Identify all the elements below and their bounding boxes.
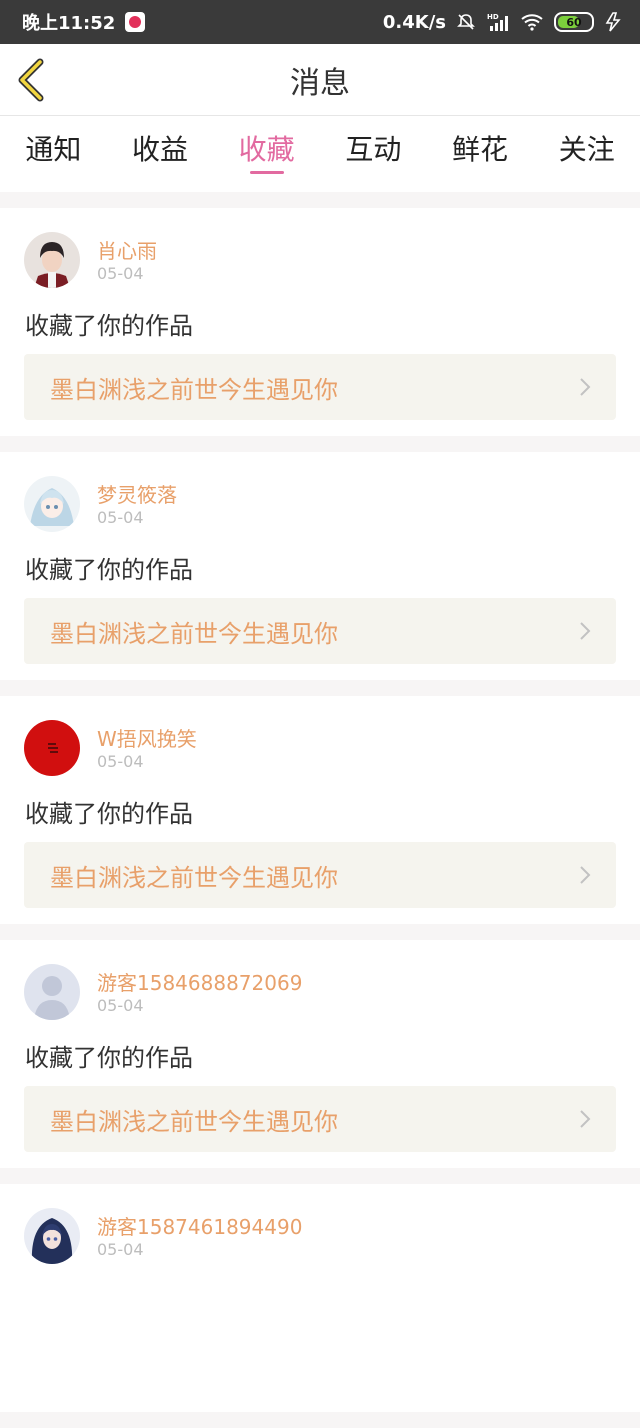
- message-text: 收藏了你的作品: [25, 312, 193, 340]
- message-date: 05-04: [97, 1240, 144, 1259]
- tab-follows[interactable]: 关注: [533, 116, 640, 168]
- message-text: 收藏了你的作品: [25, 1044, 193, 1072]
- back-button[interactable]: [14, 58, 54, 102]
- message-date: 05-04: [97, 264, 144, 283]
- work-link[interactable]: 墨白渊浅之前世今生遇见你: [24, 842, 616, 908]
- work-title: 墨白渊浅之前世今生遇见你: [50, 863, 338, 892]
- user-name[interactable]: 梦灵筱落: [97, 479, 177, 508]
- tab-notifications[interactable]: 通知: [0, 116, 107, 168]
- tab-flowers[interactable]: 鲜花: [427, 116, 534, 168]
- list-item: 游客1584688872069 05-04 收藏了你的作品 墨白渊浅之前世今生遇…: [0, 940, 640, 1168]
- app-notification-icon: [125, 12, 146, 32]
- chevron-right-icon: [580, 866, 591, 884]
- user-name[interactable]: 游客1587461894490: [97, 1211, 302, 1240]
- tab-favorites[interactable]: 收藏: [213, 116, 320, 168]
- avatar[interactable]: [24, 1208, 80, 1264]
- user-photo-icon: [24, 1208, 80, 1264]
- user-photo-icon: [24, 476, 80, 532]
- user-name[interactable]: W捂风挽笑: [97, 723, 197, 752]
- charging-icon: [605, 12, 621, 32]
- list-item: 肖心雨 05-04 收藏了你的作品 墨白渊浅之前世今生遇见你: [0, 208, 640, 436]
- work-link[interactable]: 墨白渊浅之前世今生遇见你: [24, 354, 616, 420]
- back-arrow-icon: [18, 58, 44, 102]
- user-name[interactable]: 游客1584688872069: [97, 967, 302, 996]
- page-title: 消息: [290, 65, 350, 101]
- default-user-icon: [24, 964, 80, 1020]
- message-date: 05-04: [97, 752, 144, 771]
- message-date: 05-04: [97, 508, 144, 527]
- red-logo-icon: [24, 720, 80, 776]
- avatar[interactable]: [24, 476, 80, 532]
- work-title: 墨白渊浅之前世今生遇见你: [50, 619, 338, 648]
- status-right: 0.4K/s HD 60: [383, 12, 622, 33]
- battery-icon: 60: [554, 12, 594, 32]
- chevron-right-icon: [580, 622, 591, 640]
- work-title: 墨白渊浅之前世今生遇见你: [50, 375, 338, 404]
- work-title: 墨白渊浅之前世今生遇见你: [50, 1107, 338, 1136]
- network-speed: 0.4K/s: [382, 11, 446, 33]
- wifi-icon: [521, 14, 543, 31]
- nav-bar: 消息: [0, 44, 640, 116]
- message-text: 收藏了你的作品: [25, 556, 193, 584]
- avatar[interactable]: [24, 232, 80, 288]
- mute-bell-icon: [457, 14, 475, 30]
- chevron-right-icon: [580, 378, 591, 396]
- list-item: 梦灵筱落 05-04 收藏了你的作品 墨白渊浅之前世今生遇见你: [0, 452, 640, 680]
- tab-earnings[interactable]: 收益: [107, 116, 214, 168]
- status-bar: 晚上11:52 0.4K/s HD 60: [0, 0, 640, 44]
- work-link[interactable]: 墨白渊浅之前世今生遇见你: [24, 1086, 616, 1152]
- avatar[interactable]: [24, 964, 80, 1020]
- tab-bar: 通知 收益 收藏 互动 鲜花 关注: [0, 116, 640, 192]
- chevron-right-icon: [580, 1110, 591, 1128]
- list-item: W捂风挽笑 05-04 收藏了你的作品 墨白渊浅之前世今生遇见你: [0, 696, 640, 924]
- work-link[interactable]: 墨白渊浅之前世今生遇见你: [24, 598, 616, 664]
- status-time: 晚上11:52: [22, 13, 116, 34]
- user-name[interactable]: 肖心雨: [97, 235, 157, 264]
- signal-icon: HD: [487, 13, 508, 31]
- message-date: 05-04: [97, 996, 144, 1015]
- list-item: 游客1587461894490 05-04: [0, 1184, 640, 1412]
- svg-text:HD: HD: [487, 13, 499, 21]
- avatar[interactable]: [24, 720, 80, 776]
- message-list: 肖心雨 05-04 收藏了你的作品 墨白渊浅之前世今生遇见你 梦灵筱落 05-0…: [0, 208, 640, 1428]
- user-photo-icon: [24, 232, 80, 288]
- tab-interactions[interactable]: 互动: [320, 116, 427, 168]
- message-text: 收藏了你的作品: [25, 800, 193, 828]
